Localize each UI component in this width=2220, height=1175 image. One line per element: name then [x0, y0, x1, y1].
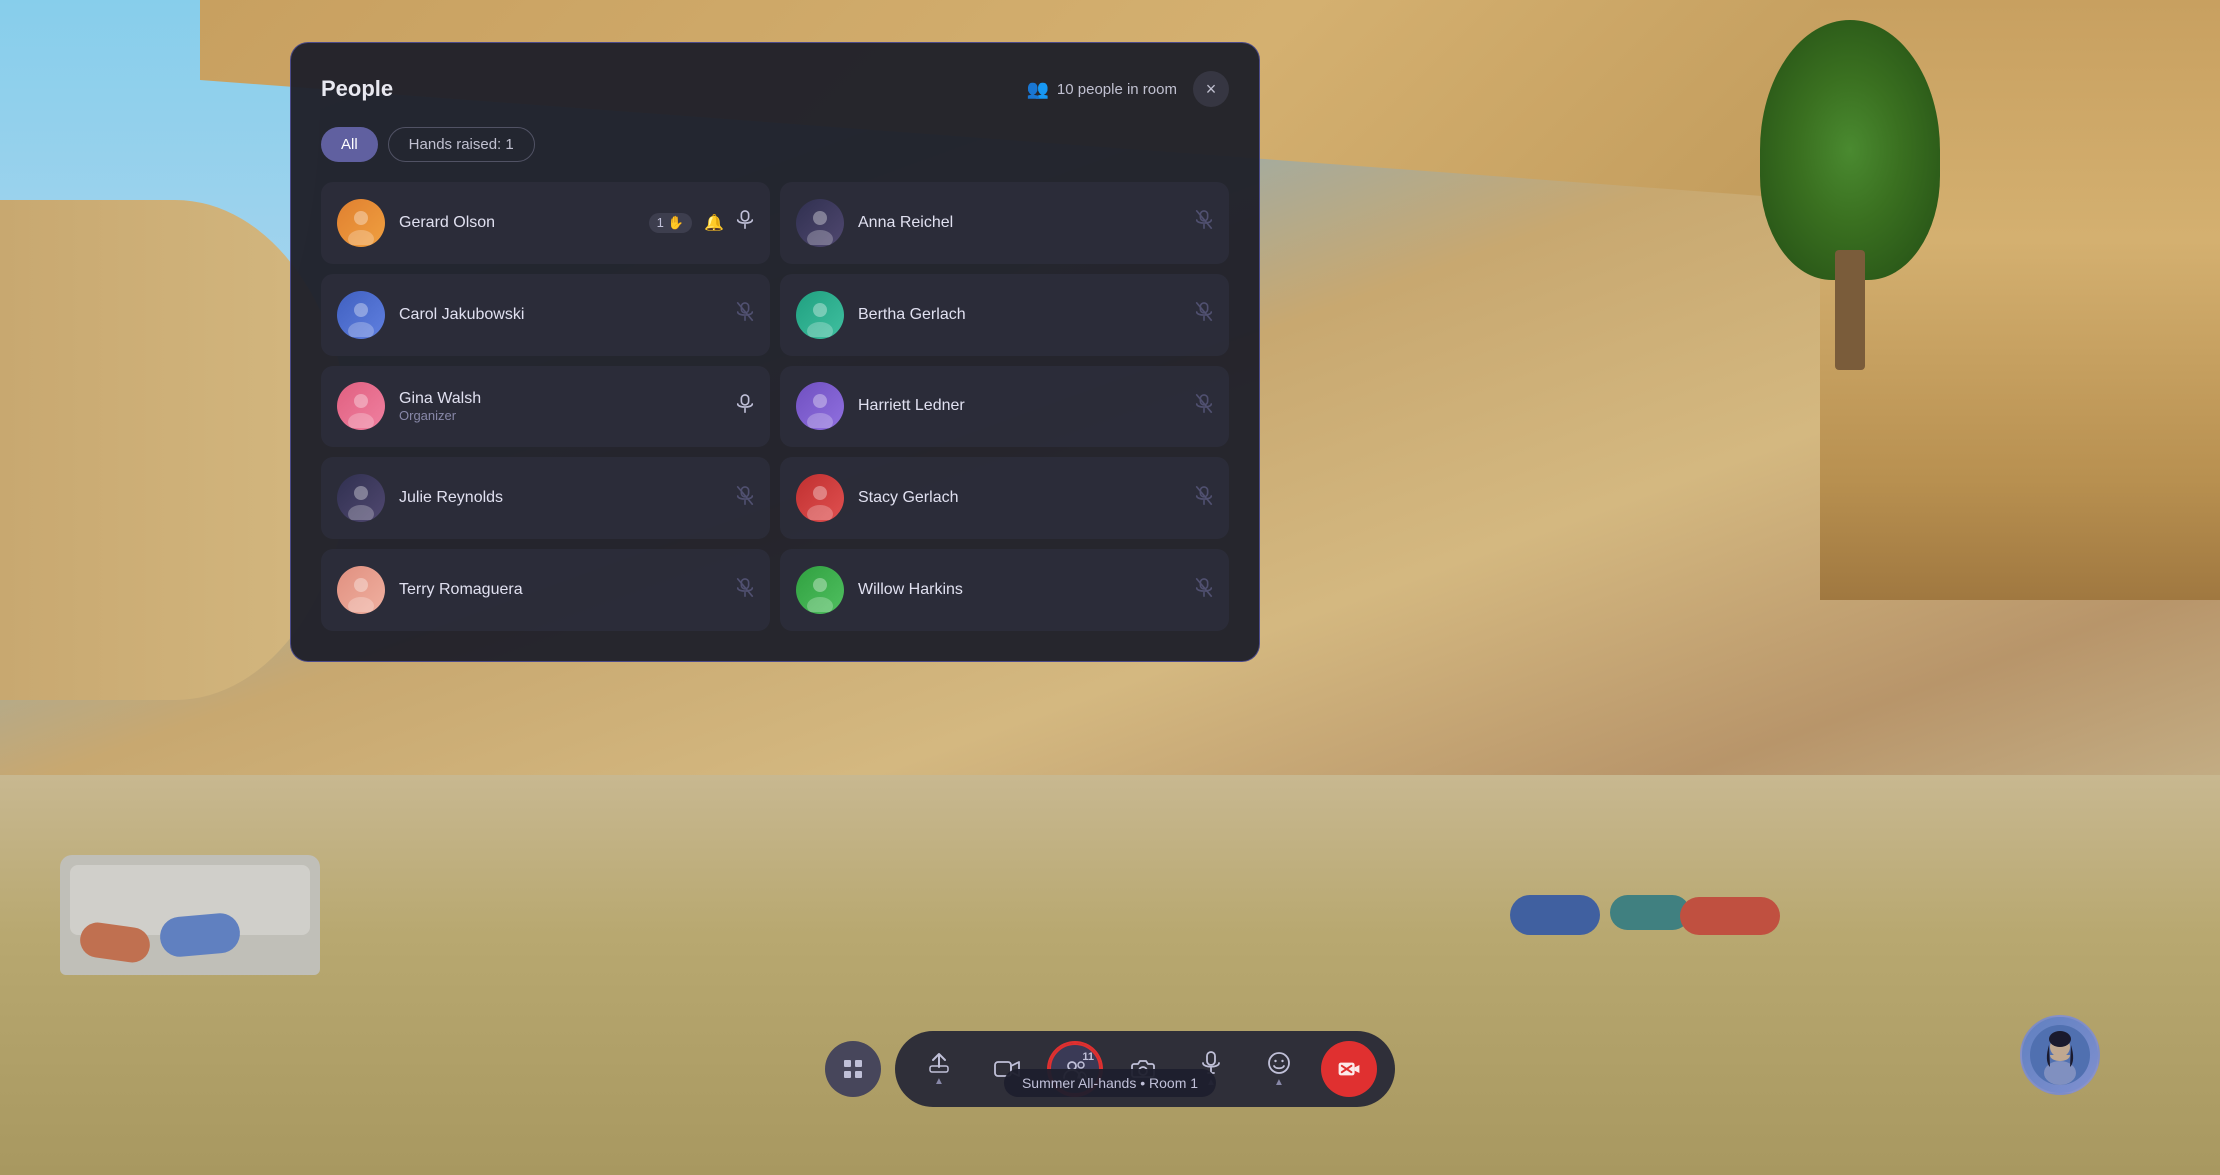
person-avatar	[337, 199, 385, 247]
person-row: Julie Reynolds	[321, 457, 770, 539]
people-count-badge: 11	[1082, 1051, 1094, 1063]
person-row: Bertha Gerlach	[780, 274, 1229, 356]
bg-tree	[1760, 20, 1940, 370]
person-icons	[1195, 210, 1213, 235]
person-row: Willow Harkins	[780, 549, 1229, 631]
mic-on-icon	[736, 394, 754, 419]
person-info: Anna Reichel	[858, 214, 1181, 232]
meeting-tooltip: Summer All-hands • Room 1	[1004, 1069, 1216, 1097]
person-row: Harriett Ledner	[780, 366, 1229, 448]
emoji-arrow: ▲	[1274, 1077, 1284, 1088]
person-avatar	[796, 291, 844, 339]
people-panel: People 👥 10 people in room × All Hands r…	[290, 42, 1260, 662]
filter-all-tab[interactable]: All	[321, 127, 378, 162]
person-name: Gina Walsh	[399, 390, 722, 408]
mic-off-icon	[736, 486, 754, 511]
bell-icon: 🔔	[704, 213, 724, 233]
person-icons	[1195, 486, 1213, 511]
bg-cushion-red	[1680, 897, 1780, 935]
person-name: Julie Reynolds	[399, 489, 722, 507]
panel-header-right: 👥 10 people in room ×	[1026, 71, 1229, 107]
person-role: Organizer	[399, 408, 722, 423]
person-info: Gina Walsh Organizer	[399, 390, 722, 423]
person-name: Anna Reichel	[858, 214, 1181, 232]
share-icon	[927, 1052, 951, 1074]
grid-icon	[841, 1057, 865, 1081]
person-name: Carol Jakubowski	[399, 306, 722, 324]
person-info: Terry Romaguera	[399, 581, 722, 599]
person-avatar	[337, 382, 385, 430]
panel-title: People	[321, 76, 393, 102]
person-avatar	[796, 199, 844, 247]
filter-hands-tab[interactable]: Hands raised: 1	[388, 127, 535, 162]
person-info: Stacy Gerlach	[858, 489, 1181, 507]
person-name: Gerard Olson	[399, 214, 635, 232]
mic-off-icon	[1195, 394, 1213, 419]
person-info: Carol Jakubowski	[399, 306, 722, 324]
tree-canopy	[1760, 20, 1940, 280]
people-count-badge: 👥 10 people in room	[1026, 79, 1177, 100]
self-avatar-image	[2030, 1025, 2090, 1085]
person-icons	[736, 394, 754, 419]
mic-off-icon	[736, 302, 754, 327]
panel-header: People 👥 10 people in room ×	[321, 71, 1229, 107]
person-name: Willow Harkins	[858, 581, 1181, 599]
person-row: Gina Walsh Organizer	[321, 366, 770, 448]
person-avatar	[796, 566, 844, 614]
people-group-icon: 👥	[1026, 79, 1048, 100]
person-icons	[736, 578, 754, 603]
person-avatar	[337, 291, 385, 339]
person-row: Stacy Gerlach	[780, 457, 1229, 539]
person-name: Stacy Gerlach	[858, 489, 1181, 507]
person-avatar	[337, 474, 385, 522]
hand-badge: 1✋	[649, 213, 692, 233]
person-icons	[1195, 578, 1213, 603]
end-button[interactable]	[1321, 1041, 1377, 1097]
person-row: Terry Romaguera	[321, 549, 770, 631]
mic-off-icon	[736, 578, 754, 603]
person-icons	[1195, 394, 1213, 419]
end-icon	[1337, 1059, 1361, 1079]
tree-trunk	[1835, 250, 1865, 370]
person-name: Bertha Gerlach	[858, 306, 1181, 324]
people-count-text: 10 people in room	[1057, 81, 1177, 98]
person-info: Gerard Olson	[399, 214, 635, 232]
person-info: Bertha Gerlach	[858, 306, 1181, 324]
person-info: Julie Reynolds	[399, 489, 722, 507]
person-avatar	[337, 566, 385, 614]
self-avatar	[2020, 1015, 2100, 1095]
mic-off-icon	[1195, 578, 1213, 603]
mic-on-icon	[736, 210, 754, 235]
person-icons	[736, 302, 754, 327]
share-arrow: ▲	[934, 1076, 944, 1087]
person-icons: 1✋ 🔔	[649, 210, 754, 235]
person-avatar	[796, 474, 844, 522]
person-name: Terry Romaguera	[399, 581, 722, 599]
person-icons	[736, 486, 754, 511]
mic-off-icon	[1195, 302, 1213, 327]
filter-row: All Hands raised: 1	[321, 127, 1229, 162]
person-row: Anna Reichel	[780, 182, 1229, 264]
close-button[interactable]: ×	[1193, 71, 1229, 107]
person-name: Harriett Ledner	[858, 397, 1181, 415]
person-avatar	[796, 382, 844, 430]
mic-off-icon	[1195, 486, 1213, 511]
emoji-icon	[1267, 1051, 1291, 1075]
reactions-button[interactable]: ▲	[1253, 1043, 1305, 1095]
bg-floor	[0, 775, 2220, 1175]
people-grid: Gerard Olson 1✋🔔 A	[321, 182, 1229, 631]
share-button[interactable]: ▲	[913, 1043, 965, 1095]
mic-off-icon	[1195, 210, 1213, 235]
person-row: Carol Jakubowski	[321, 274, 770, 356]
grid-button[interactable]	[825, 1041, 881, 1097]
person-icons	[1195, 302, 1213, 327]
person-row: Gerard Olson 1✋ 🔔	[321, 182, 770, 264]
bg-cushion-blue	[1510, 895, 1600, 935]
person-info: Willow Harkins	[858, 581, 1181, 599]
bg-cushion-teal	[1610, 895, 1690, 930]
person-info: Harriett Ledner	[858, 397, 1181, 415]
